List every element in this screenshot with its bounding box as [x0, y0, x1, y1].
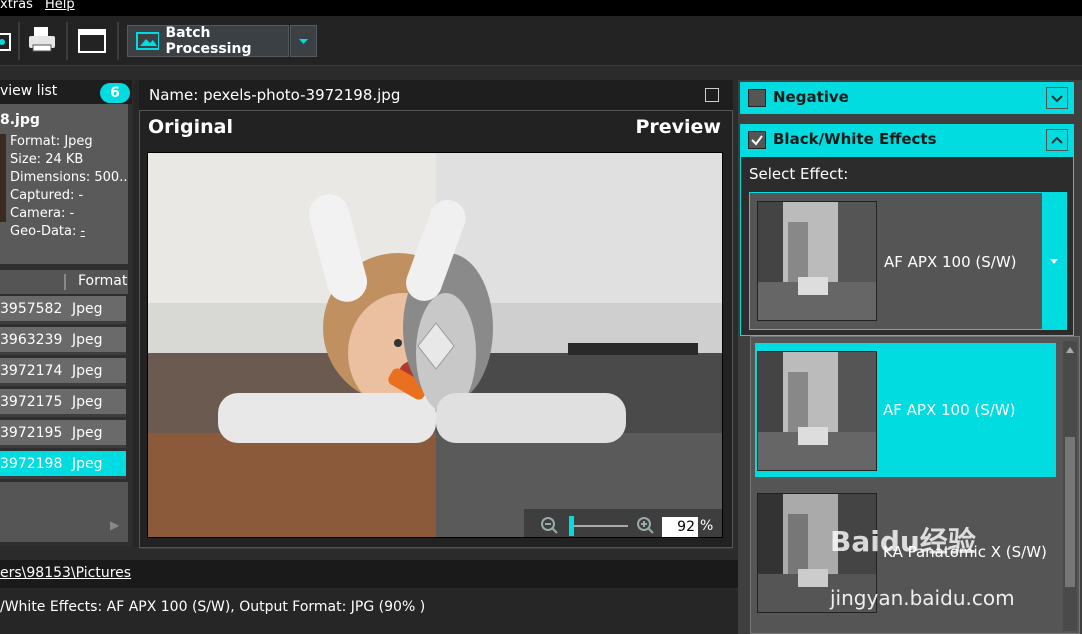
status-text: /White Effects: AF APX 100 (S/W), Output…: [0, 599, 426, 615]
effect-thumbnail: [757, 201, 877, 321]
table-row[interactable]: 3957582 Jpeg: [0, 296, 126, 324]
effect-dropdown-button[interactable]: [1042, 193, 1066, 329]
chevron-down-icon: [1050, 259, 1058, 264]
geo-link[interactable]: -: [81, 224, 86, 239]
table-row[interactable]: 3963239 Jpeg: [0, 327, 126, 355]
status-bar: /White Effects: AF APX 100 (S/W), Output…: [0, 590, 750, 634]
info-size: Size: 24 KB: [10, 152, 84, 167]
table-row[interactable]: 3972174 Jpeg: [0, 358, 126, 386]
expand-icon[interactable]: [705, 88, 719, 102]
count-badge: 6: [100, 83, 130, 103]
info-geo: Geo-Data: -: [10, 224, 86, 239]
zoom-track[interactable]: [570, 525, 628, 527]
dropdown-scrollbar[interactable]: [1063, 341, 1077, 631]
list-title: view list: [0, 83, 58, 99]
menu-bar: xtras Help: [0, 0, 1082, 16]
bw-label: Black/White Effects: [773, 130, 937, 148]
chevron-down-icon: [299, 39, 308, 44]
select-effect-label: Select Effect:: [749, 165, 849, 183]
collapse-bw-icon[interactable]: [1046, 129, 1068, 151]
zoom-out-icon[interactable]: [540, 516, 560, 540]
window-icon[interactable]: [76, 24, 108, 58]
list-empty-area: ▶: [0, 482, 128, 542]
expand-negative-icon[interactable]: [1046, 87, 1068, 109]
list-header: view list 6: [0, 80, 132, 104]
watermark-url: jingyan.baidu.com: [830, 586, 1015, 610]
bw-checkbox[interactable]: [748, 131, 766, 149]
effect-option-thumbnail: [757, 351, 877, 471]
section-negative[interactable]: Negative: [740, 82, 1074, 114]
column-header: Format: [0, 270, 128, 294]
scrollbar-thumb[interactable]: [1065, 437, 1075, 587]
print-icon[interactable]: [26, 24, 58, 58]
effect-select[interactable]: AF APX 100 (S/W): [749, 192, 1067, 330]
watermark-logo: Baidu经验: [830, 525, 976, 558]
preview-label: Preview: [635, 116, 721, 138]
toolbar: Batch Processing: [0, 16, 1082, 66]
file-name: 8.jpg: [0, 112, 40, 128]
batch-dropdown-button[interactable]: [290, 25, 317, 57]
home-icon[interactable]: [0, 24, 14, 58]
selected-effect: AF APX 100 (S/W): [884, 253, 1017, 271]
folder-path-link[interactable]: ers\98153\Pictures: [0, 565, 131, 581]
zoom-slider-thumb[interactable]: [569, 516, 574, 536]
batch-label: Batch Processing: [165, 25, 252, 57]
info-camera: Camera: -: [10, 206, 75, 221]
file-info-box: 8.jpg Format: Jpeg Size: 24 KB Dimension…: [0, 104, 128, 264]
batch-icon: [136, 32, 160, 50]
column-header-format[interactable]: Format: [78, 273, 127, 289]
original-label: Original: [148, 116, 234, 138]
path-bar: ers\98153\Pictures: [0, 560, 750, 588]
batch-processing-button[interactable]: Batch Processing: [127, 25, 289, 57]
effect-option-label: AF APX 100 (S/W): [883, 401, 1016, 419]
menu-help[interactable]: Help: [45, 0, 75, 12]
table-row[interactable]: 3972195 Jpeg: [0, 420, 126, 448]
info-captured: Captured: -: [10, 188, 84, 203]
negative-label: Negative: [773, 88, 849, 106]
zoom-in-icon[interactable]: [636, 516, 656, 540]
info-dimensions: Dimensions: 500...: [10, 170, 128, 185]
info-format: Format: Jpeg: [10, 134, 93, 149]
name-bar: Name: pexels-photo-3972198.jpg: [139, 80, 733, 110]
preview-image: [147, 152, 723, 538]
negative-checkbox[interactable]: [748, 89, 766, 107]
zoom-input[interactable]: 92: [662, 517, 698, 537]
table-row-selected[interactable]: 3972198 Jpeg: [0, 451, 126, 479]
section-bw-effects[interactable]: Black/White Effects: [740, 124, 1074, 156]
file-thumbnail: [0, 134, 6, 222]
effect-option-selected[interactable]: AF APX 100 (S/W): [755, 343, 1056, 477]
menu-extras[interactable]: xtras: [0, 0, 33, 12]
image-name: Name: pexels-photo-3972198.jpg: [149, 86, 401, 104]
scroll-right-icon[interactable]: ▶: [110, 518, 119, 532]
zoom-unit: %: [700, 518, 714, 534]
table-row[interactable]: 3972175 Jpeg: [0, 389, 126, 417]
